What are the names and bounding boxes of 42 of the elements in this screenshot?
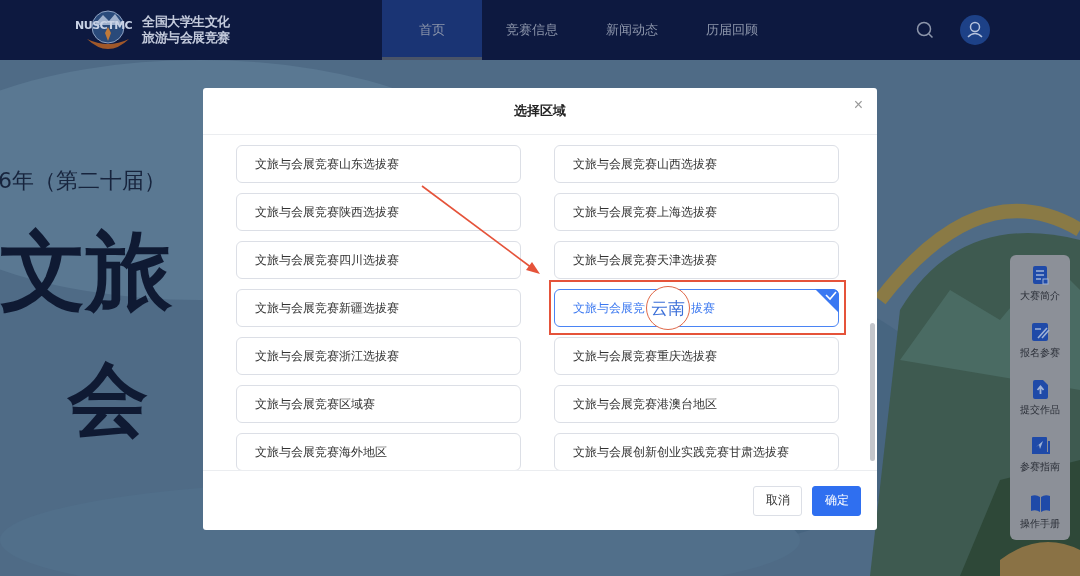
side-menu-item[interactable]: 提交作品 bbox=[1010, 369, 1070, 426]
nav-tab[interactable]: 历届回顾 bbox=[682, 0, 782, 60]
option-text: 拔赛 bbox=[691, 300, 715, 316]
cancel-button[interactable]: 取消 bbox=[753, 485, 802, 516]
region-option[interactable]: 文旅与会展竞赛重庆选拔赛 bbox=[554, 337, 839, 375]
region-option[interactable]: 文旅与会展竞赛港澳台地区 bbox=[554, 385, 839, 423]
search-icon[interactable] bbox=[916, 21, 934, 39]
region-option[interactable]: 文旅与会展竞赛陕西选拔赛 bbox=[236, 193, 521, 231]
region-option[interactable]: 文旅与会展竞赛区域赛 bbox=[236, 385, 521, 423]
dialog-title: 选择区域 bbox=[514, 102, 566, 120]
nav-tab[interactable]: 首页 bbox=[382, 0, 482, 60]
region-option[interactable]: 文旅与会展竞赛天津选拔赛 bbox=[554, 241, 839, 279]
side-menu-label: 参赛指南 bbox=[1020, 460, 1060, 474]
side-menu-item[interactable]: 操作手册 bbox=[1010, 483, 1070, 540]
side-menu-label: 提交作品 bbox=[1020, 403, 1060, 417]
banner-headline: 文旅 bbox=[0, 228, 172, 314]
region-option[interactable]: 文旅与会展竞赛上海选拔赛 bbox=[554, 193, 839, 231]
region-option[interactable]: 文旅与会展竞 云南 拔赛 bbox=[554, 289, 839, 327]
check-icon bbox=[815, 289, 839, 313]
option-text: 文旅与会展竞 bbox=[573, 300, 645, 316]
side-menu-item[interactable]: 大赛简介 bbox=[1010, 255, 1070, 312]
scrollbar[interactable] bbox=[870, 323, 875, 461]
region-option[interactable]: 文旅与会展竞赛浙江选拔赛 bbox=[236, 337, 521, 375]
side-menu-item[interactable]: 报名参赛 bbox=[1010, 312, 1070, 369]
region-option[interactable]: 文旅与会展竞赛新疆选拔赛 bbox=[236, 289, 521, 327]
banner-headline: 会 bbox=[68, 360, 148, 440]
region-option[interactable]: 文旅与会展竞赛山西选拔赛 bbox=[554, 145, 839, 183]
logo-title: 全国大学生文化 bbox=[142, 14, 230, 30]
confirm-button[interactable]: 确定 bbox=[812, 485, 861, 516]
region-option[interactable]: 文旅与会展竞赛四川选拔赛 bbox=[236, 241, 521, 279]
nav-tab[interactable]: 新闻动态 bbox=[582, 0, 682, 60]
logo-title: 旅游与会展竞赛 bbox=[142, 30, 230, 46]
nav-tab[interactable]: 竞赛信息 bbox=[482, 0, 582, 60]
side-menu-label: 报名参赛 bbox=[1020, 346, 1060, 360]
side-menu-label: 大赛简介 bbox=[1020, 289, 1060, 303]
magnifier-circle: 云南 bbox=[646, 286, 690, 330]
side-menu-item[interactable]: 参赛指南 bbox=[1010, 426, 1070, 483]
user-avatar-icon[interactable] bbox=[960, 15, 990, 45]
banner-subtitle: 6年（第二十届） bbox=[0, 167, 166, 195]
side-menu-label: 操作手册 bbox=[1020, 517, 1060, 531]
open-book-icon bbox=[1028, 492, 1052, 514]
region-option[interactable]: 文旅与会展竞赛山东选拔赛 bbox=[236, 145, 521, 183]
